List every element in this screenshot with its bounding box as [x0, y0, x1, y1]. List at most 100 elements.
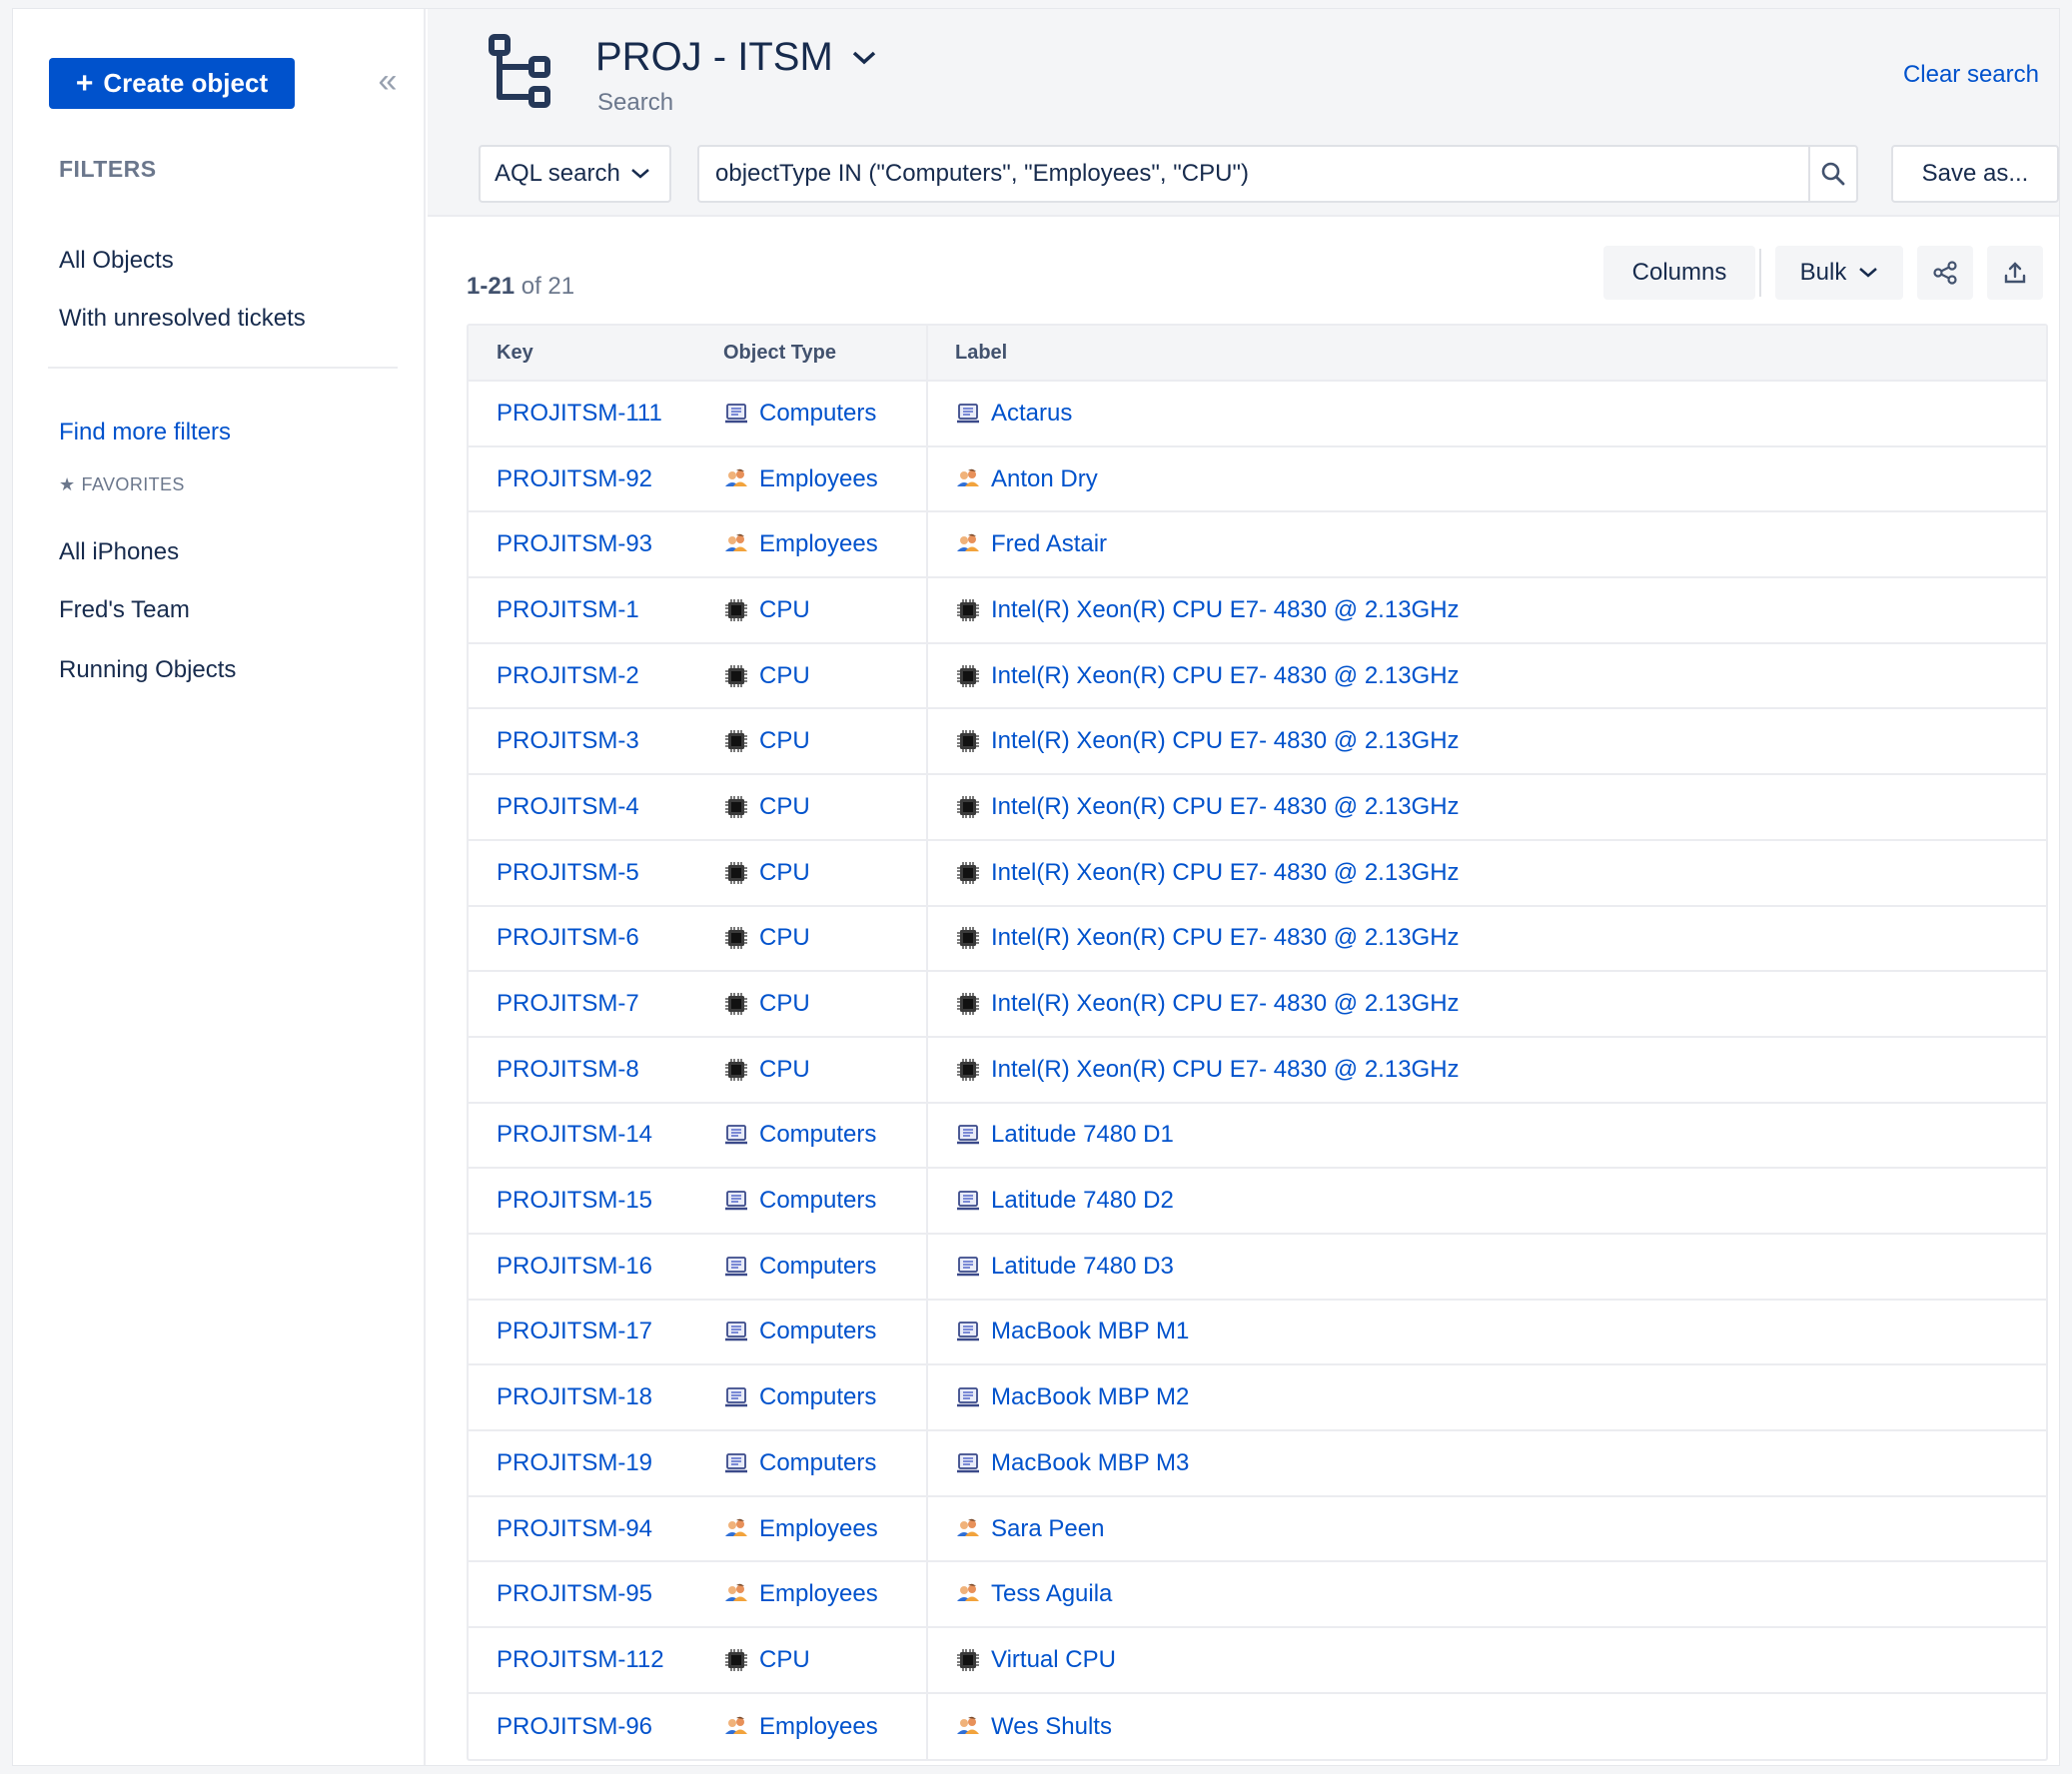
object-type-link[interactable]: CPU: [723, 924, 810, 952]
object-key-link[interactable]: PROJITSM-16: [497, 1253, 652, 1281]
object-label-link[interactable]: MacBook MBP M1: [955, 1318, 1189, 1345]
object-type-link[interactable]: CPU: [723, 727, 810, 755]
column-header-key[interactable]: Key: [497, 342, 533, 365]
object-key-link[interactable]: PROJITSM-6: [497, 924, 639, 952]
object-key-link[interactable]: PROJITSM-2: [497, 662, 639, 690]
object-key-link[interactable]: PROJITSM-92: [497, 465, 652, 493]
object-label-link[interactable]: MacBook MBP M2: [955, 1383, 1189, 1411]
object-label-link[interactable]: Latitude 7480 D1: [955, 1121, 1174, 1149]
object-type-link[interactable]: Computers: [723, 1383, 876, 1411]
search-mode-select[interactable]: AQL search: [479, 145, 671, 203]
table-row[interactable]: PROJITSM-19 Computers MacBook MBP M3: [469, 1431, 2046, 1497]
object-key-link[interactable]: PROJITSM-95: [497, 1580, 652, 1608]
object-type-link[interactable]: Computers: [723, 1121, 876, 1149]
object-type-link[interactable]: CPU: [723, 859, 810, 887]
object-label-link[interactable]: Intel(R) Xeon(R) CPU E7- 4830 @ 2.13GHz: [955, 924, 1460, 952]
bulk-button[interactable]: Bulk: [1775, 246, 1903, 300]
object-key-link[interactable]: PROJITSM-19: [497, 1449, 652, 1477]
object-key-link[interactable]: PROJITSM-7: [497, 990, 639, 1018]
table-row[interactable]: PROJITSM-92 Employees Anton Dry: [469, 446, 2046, 513]
find-more-filters-link[interactable]: Find more filters: [59, 419, 231, 446]
object-type-link[interactable]: Computers: [723, 1187, 876, 1215]
object-type-link[interactable]: Computers: [723, 400, 876, 428]
object-type-link[interactable]: CPU: [723, 596, 810, 624]
table-row[interactable]: PROJITSM-18 Computers MacBook MBP M2: [469, 1365, 2046, 1431]
table-row[interactable]: PROJITSM-94 Employees Sara Peen: [469, 1496, 2046, 1563]
object-type-link[interactable]: CPU: [723, 990, 810, 1018]
collapse-sidebar-icon[interactable]: «: [368, 61, 408, 101]
table-row[interactable]: PROJITSM-1 CPU Intel(R) Xeon(R) CPU E7- …: [469, 578, 2046, 644]
object-key-link[interactable]: PROJITSM-17: [497, 1318, 652, 1345]
object-label-link[interactable]: Latitude 7480 D2: [955, 1187, 1174, 1215]
share-button[interactable]: [1917, 246, 1973, 300]
table-row[interactable]: PROJITSM-96 Employees Wes Shults: [469, 1693, 2046, 1760]
columns-button[interactable]: Columns: [1603, 246, 1755, 300]
filter-unresolved-tickets[interactable]: With unresolved tickets: [59, 305, 306, 333]
object-key-link[interactable]: PROJITSM-94: [497, 1515, 652, 1543]
object-type-link[interactable]: CPU: [723, 662, 810, 690]
favorite-freds-team[interactable]: Fred's Team: [59, 596, 190, 624]
project-title[interactable]: PROJ - ITSM: [595, 35, 877, 80]
object-type-link[interactable]: Computers: [723, 1318, 876, 1345]
object-type-link[interactable]: Employees: [723, 1713, 878, 1741]
table-row[interactable]: PROJITSM-93 Employees Fred Astair: [469, 512, 2046, 579]
object-type-link[interactable]: CPU: [723, 1056, 810, 1084]
object-label-link[interactable]: Anton Dry: [955, 465, 1098, 493]
table-row[interactable]: PROJITSM-112 CPU Virtual CPU: [469, 1628, 2046, 1694]
object-key-link[interactable]: PROJITSM-1: [497, 596, 639, 624]
column-header-object-type[interactable]: Object Type: [723, 342, 836, 365]
table-row[interactable]: PROJITSM-16 Computers Latitude 7480 D3: [469, 1234, 2046, 1301]
export-button[interactable]: [1987, 246, 2043, 300]
object-type-link[interactable]: Employees: [723, 465, 878, 493]
table-row[interactable]: PROJITSM-17 Computers MacBook MBP M1: [469, 1300, 2046, 1366]
object-key-link[interactable]: PROJITSM-96: [497, 1713, 652, 1741]
table-row[interactable]: PROJITSM-95 Employees Tess Aguila: [469, 1562, 2046, 1629]
object-key-link[interactable]: PROJITSM-93: [497, 530, 652, 558]
favorite-all-iphones[interactable]: All iPhones: [59, 538, 179, 566]
column-header-label[interactable]: Label: [955, 342, 1007, 365]
object-type-link[interactable]: CPU: [723, 793, 810, 821]
table-row[interactable]: PROJITSM-111 Computers Actarus: [469, 382, 2046, 447]
object-label-link[interactable]: Tess Aguila: [955, 1580, 1112, 1608]
save-as-button[interactable]: Save as...: [1891, 145, 2059, 203]
object-key-link[interactable]: PROJITSM-15: [497, 1187, 652, 1215]
object-type-link[interactable]: CPU: [723, 1646, 810, 1674]
object-label-link[interactable]: Fred Astair: [955, 530, 1107, 558]
object-label-link[interactable]: Intel(R) Xeon(R) CPU E7- 4830 @ 2.13GHz: [955, 793, 1460, 821]
aql-search-input[interactable]: [697, 145, 1808, 203]
object-key-link[interactable]: PROJITSM-14: [497, 1121, 652, 1149]
table-row[interactable]: PROJITSM-3 CPU Intel(R) Xeon(R) CPU E7- …: [469, 709, 2046, 776]
clear-search-link[interactable]: Clear search: [1903, 61, 2039, 89]
object-key-link[interactable]: PROJITSM-5: [497, 859, 639, 887]
object-key-link[interactable]: PROJITSM-3: [497, 727, 639, 755]
table-row[interactable]: PROJITSM-5 CPU Intel(R) Xeon(R) CPU E7- …: [469, 840, 2046, 907]
object-label-link[interactable]: Intel(R) Xeon(R) CPU E7- 4830 @ 2.13GHz: [955, 727, 1460, 755]
object-label-link[interactable]: Intel(R) Xeon(R) CPU E7- 4830 @ 2.13GHz: [955, 1056, 1460, 1084]
object-label-link[interactable]: Intel(R) Xeon(R) CPU E7- 4830 @ 2.13GHz: [955, 859, 1460, 887]
object-type-link[interactable]: Employees: [723, 1580, 878, 1608]
object-label-link[interactable]: Intel(R) Xeon(R) CPU E7- 4830 @ 2.13GHz: [955, 662, 1460, 690]
object-label-link[interactable]: Intel(R) Xeon(R) CPU E7- 4830 @ 2.13GHz: [955, 990, 1460, 1018]
object-label-link[interactable]: Sara Peen: [955, 1515, 1104, 1543]
table-row[interactable]: PROJITSM-4 CPU Intel(R) Xeon(R) CPU E7- …: [469, 775, 2046, 841]
object-type-link[interactable]: Computers: [723, 1449, 876, 1477]
object-key-link[interactable]: PROJITSM-18: [497, 1383, 652, 1411]
object-label-link[interactable]: Actarus: [955, 400, 1072, 428]
favorite-running-objects[interactable]: Running Objects: [59, 656, 236, 684]
filter-all-objects[interactable]: All Objects: [59, 247, 174, 275]
table-row[interactable]: PROJITSM-7 CPU Intel(R) Xeon(R) CPU E7- …: [469, 972, 2046, 1038]
object-label-link[interactable]: Wes Shults: [955, 1713, 1112, 1741]
object-key-link[interactable]: PROJITSM-4: [497, 793, 639, 821]
object-label-link[interactable]: MacBook MBP M3: [955, 1449, 1189, 1477]
object-label-link[interactable]: Intel(R) Xeon(R) CPU E7- 4830 @ 2.13GHz: [955, 596, 1460, 624]
table-row[interactable]: PROJITSM-15 Computers Latitude 7480 D2: [469, 1169, 2046, 1235]
table-row[interactable]: PROJITSM-8 CPU Intel(R) Xeon(R) CPU E7- …: [469, 1037, 2046, 1104]
object-label-link[interactable]: Latitude 7480 D3: [955, 1253, 1174, 1281]
table-row[interactable]: PROJITSM-14 Computers Latitude 7480 D1: [469, 1103, 2046, 1170]
object-key-link[interactable]: PROJITSM-111: [497, 400, 662, 428]
table-row[interactable]: PROJITSM-2 CPU Intel(R) Xeon(R) CPU E7- …: [469, 643, 2046, 710]
object-key-link[interactable]: PROJITSM-8: [497, 1056, 639, 1084]
table-row[interactable]: PROJITSM-6 CPU Intel(R) Xeon(R) CPU E7- …: [469, 906, 2046, 973]
object-key-link[interactable]: PROJITSM-112: [497, 1646, 664, 1674]
object-type-link[interactable]: Employees: [723, 1515, 878, 1543]
